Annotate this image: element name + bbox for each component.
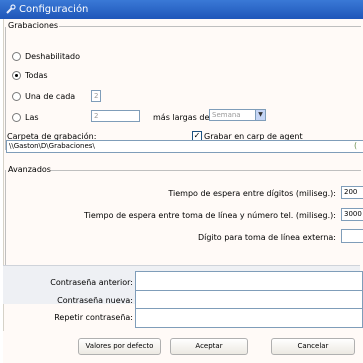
- grabaciones-legend: Grabaciones: [8, 21, 59, 30]
- grabaciones-divider: [59, 26, 361, 27]
- avanzados-divider: [51, 170, 361, 171]
- una-de-cada-input[interactable]: 2: [91, 90, 101, 102]
- contrasena-anterior-label: Contraseña anterior:: [50, 278, 133, 287]
- tiempo-digitos-input[interactable]: 200: [341, 186, 363, 199]
- radio-una-de-cada-label: Una de cada: [25, 92, 76, 101]
- valores-por-defecto-button[interactable]: Valores por defecto: [78, 338, 161, 355]
- tiempo-toma-linea-label: Tiempo de espera entre toma de línea y n…: [83, 211, 336, 220]
- chevron-down-icon[interactable]: ▼: [255, 110, 265, 120]
- wrench-icon: [6, 4, 16, 14]
- period-select-value: Semana: [212, 111, 241, 119]
- avanzados-border: [5, 170, 6, 276]
- radio-deshabilitado[interactable]: [12, 52, 21, 61]
- browse-folder-icon[interactable]: (: [354, 141, 357, 150]
- contrasena-nueva-input[interactable]: [135, 290, 363, 309]
- mas-largas-label: más largas del: [153, 113, 212, 122]
- avanzados-legend: Avanzados: [8, 165, 51, 174]
- tiempo-digitos-label: Tiempo de espera entre dígitos (miliseg.…: [168, 189, 336, 198]
- radio-las[interactable]: [12, 113, 21, 122]
- contrasena-anterior-input[interactable]: [135, 271, 363, 291]
- repetir-contrasena-label: Repetir contraseña:: [54, 313, 133, 322]
- carpeta-input[interactable]: \\Gaston\D\Grabaciones\: [6, 140, 363, 153]
- radio-deshabilitado-label: Deshabilitado: [25, 52, 80, 61]
- cancelar-button[interactable]: Cancelar: [271, 338, 355, 355]
- grabaciones-border: [5, 27, 6, 150]
- aceptar-button[interactable]: Aceptar: [170, 338, 248, 355]
- contrasena-nueva-label: Contraseña nueva:: [57, 296, 133, 305]
- radio-todas[interactable]: [12, 71, 21, 80]
- las-count-input[interactable]: 2: [91, 110, 140, 122]
- radio-una-de-cada[interactable]: [12, 92, 21, 101]
- digito-linea-externa-label: Dígito para toma de línea externa:: [197, 233, 336, 242]
- radio-las-label: Las: [25, 113, 39, 122]
- radio-todas-label: Todas: [25, 71, 48, 80]
- title-bar: Configuración: [0, 0, 363, 19]
- repetir-contrasena-input[interactable]: [135, 308, 363, 328]
- digito-linea-externa-input[interactable]: [341, 229, 363, 243]
- period-select[interactable]: Semana ▼: [209, 109, 266, 121]
- window-title: Configuración: [19, 4, 89, 15]
- tiempo-toma-linea-input[interactable]: 3000: [341, 208, 363, 221]
